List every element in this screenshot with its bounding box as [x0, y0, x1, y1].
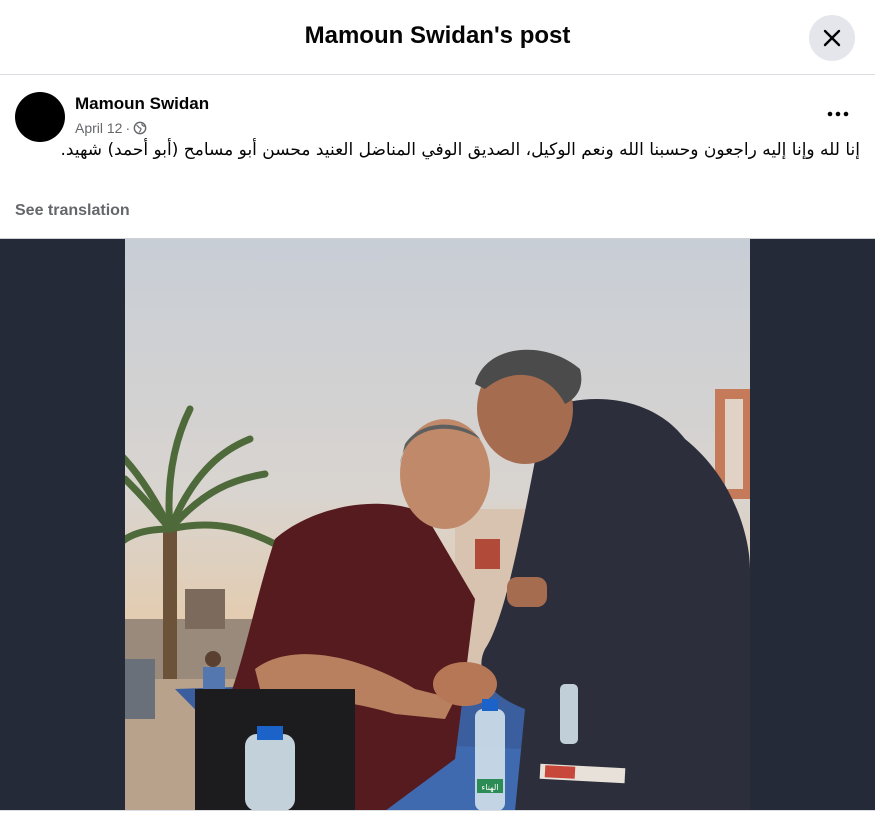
post-date[interactable]: April 12: [75, 120, 122, 136]
post-photo[interactable]: الهناء: [125, 239, 750, 811]
dialog-header: Mamoun Swidan's post: [0, 0, 875, 75]
author-name[interactable]: Mamoun Swidan: [75, 94, 209, 114]
author-avatar[interactable]: [15, 92, 65, 142]
post-text: إنا لله وإنا إليه راجعون وحسبنا الله ونع…: [60, 140, 861, 160]
more-options-button[interactable]: [820, 102, 856, 126]
meta-separator: ·: [125, 120, 131, 136]
post-header: Mamoun Swidan April 12 ·: [0, 76, 875, 146]
dialog-title: Mamoun Swidan's post: [304, 22, 571, 49]
globe-icon[interactable]: [133, 121, 147, 135]
photo-image: الهناء: [125, 239, 750, 811]
bottom-strip: [0, 810, 875, 833]
close-icon: [823, 29, 841, 47]
more-options-icon: [827, 111, 849, 117]
see-translation-link[interactable]: See translation: [15, 202, 130, 220]
close-button[interactable]: [809, 15, 855, 61]
bottle-label: الهناء: [482, 783, 499, 792]
post-meta: April 12 ·: [75, 120, 147, 136]
post-media[interactable]: الهناء: [0, 238, 875, 811]
